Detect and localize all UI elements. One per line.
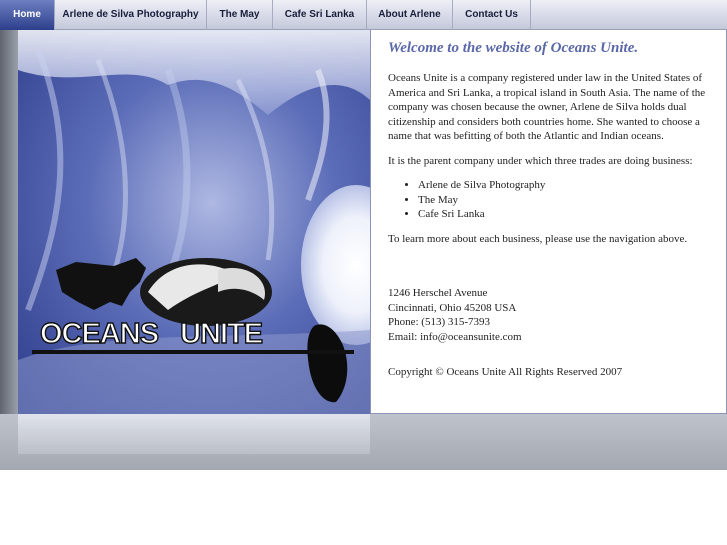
nav-contact-us[interactable]: Contact Us xyxy=(453,0,531,30)
left-decorative-strip xyxy=(0,30,18,414)
nav-cafe-sri-lanka[interactable]: Cafe Sri Lanka xyxy=(273,0,367,30)
parent-company-paragraph: It is the parent company under which thr… xyxy=(388,154,693,167)
nav-about-arlene[interactable]: About Arlene xyxy=(367,0,453,30)
contact-address: 1246 Herschel Avenue Cincinnati, Ohio 45… xyxy=(388,286,726,344)
top-navigation: Home Arlene de Silva Photography The May… xyxy=(0,0,727,30)
list-item: Arlene de Silva Photography xyxy=(418,178,726,193)
intro-paragraph: Oceans Unite is a company registered und… xyxy=(388,72,706,142)
copyright-notice: Copyright © Oceans Unite All Rights Rese… xyxy=(388,366,623,378)
list-item: Cafe Sri Lanka xyxy=(418,207,726,222)
main-content: Welcome to the website of Oceans Unite. … xyxy=(370,30,727,414)
hero-wave-image: OCEANS UNITE xyxy=(18,30,370,414)
wave-illustration xyxy=(18,30,370,414)
learn-more-paragraph: To learn more about each business, pleas… xyxy=(388,232,688,245)
nav-arlene-de-silva-photography[interactable]: Arlene de Silva Photography xyxy=(55,0,207,30)
email-address: Email: info@oceansunite.com xyxy=(388,330,522,343)
city-address: Cincinnati, Ohio 45208 USA xyxy=(388,301,517,314)
oceans-unite-logo: OCEANS UNITE xyxy=(39,317,263,351)
hero-image-reflection xyxy=(18,414,370,454)
nav-the-may[interactable]: The May xyxy=(207,0,273,30)
logo-word-unite: UNITE xyxy=(179,317,263,350)
street-address: 1246 Herschel Avenue xyxy=(388,287,488,299)
nav-home[interactable]: Home xyxy=(0,0,55,30)
phone-number: Phone: (513) 315-7393 xyxy=(388,316,491,328)
welcome-heading: Welcome to the website of Oceans Unite. xyxy=(388,40,639,56)
list-item: The May xyxy=(418,193,726,208)
business-list: Arlene de Silva Photography The May Cafe… xyxy=(418,178,726,222)
logo-word-oceans: OCEANS xyxy=(39,317,159,350)
usa-map-shape xyxy=(56,258,146,310)
